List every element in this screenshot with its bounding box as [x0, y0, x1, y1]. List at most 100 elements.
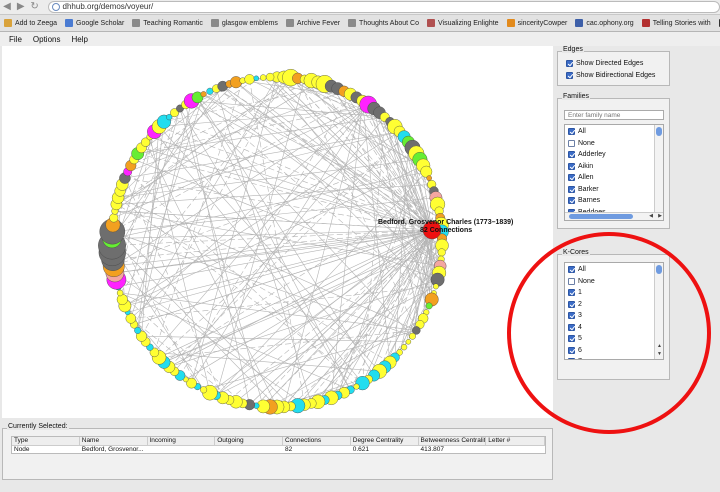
checkbox[interactable] [566, 71, 573, 79]
checkbox[interactable] [568, 346, 575, 354]
column-header[interactable]: Betweenness Centrality [418, 437, 487, 446]
bookmark-item[interactable]: glasgow emblems [210, 19, 278, 27]
back-arrow-icon[interactable]: ◀ [0, 1, 14, 13]
column-header[interactable]: Incoming [147, 437, 216, 446]
checkbox[interactable] [568, 185, 575, 193]
family-item[interactable]: Barker [568, 184, 606, 196]
families-scrollbar[interactable] [654, 125, 663, 220]
kcore-item-label: All [578, 266, 586, 274]
column-header[interactable]: Degree Centrality [350, 437, 419, 446]
graph-node[interactable] [253, 75, 260, 81]
graph-node[interactable] [265, 72, 275, 82]
checkbox[interactable] [568, 323, 575, 331]
table-row[interactable]: Node Bedford, Grosvenor... 82 0.621 413.807 [12, 446, 545, 455]
kcore-item[interactable]: 7 [568, 356, 595, 359]
graph-edge [169, 229, 433, 368]
network-graph[interactable]: Bedford, Grosvenor Charles (1773–1839) 8… [2, 46, 553, 418]
kcore-item[interactable]: 1 [568, 287, 595, 299]
hscroll-thumb[interactable] [569, 214, 633, 219]
directed-edges-toggle[interactable]: Show Directed Edges [566, 58, 655, 70]
selection-table[interactable]: Type Name Incoming Outgoing Connections Degre… [11, 436, 546, 454]
families-list[interactable]: AllNoneAdderleyAikinAllenBarkerBarnesBed… [564, 124, 664, 221]
forward-arrow-icon[interactable]: ▶ [14, 1, 28, 13]
checkbox[interactable] [568, 289, 575, 297]
bookmark-item[interactable]: Thoughts About Co [348, 19, 419, 27]
menu-help[interactable]: Help [71, 35, 87, 44]
family-item[interactable]: Barnes [568, 195, 606, 207]
reload-icon[interactable]: ↻ [28, 1, 42, 13]
address-bar[interactable]: dhhub.org/demos/voyeur/ [47, 1, 720, 13]
kcore-item[interactable]: 3 [568, 310, 595, 322]
kcore-item-label: 5 [578, 335, 582, 343]
column-header[interactable]: Outgoing [215, 437, 283, 446]
graph-node[interactable] [353, 383, 360, 390]
checkbox[interactable] [568, 358, 575, 359]
graph-node[interactable] [244, 74, 255, 85]
checkbox[interactable] [568, 312, 575, 320]
bookmark-item[interactable]: Archive Fever [285, 19, 340, 27]
kcore-item[interactable]: 4 [568, 322, 595, 334]
checkbox[interactable] [568, 266, 575, 274]
graph-node[interactable] [200, 91, 207, 98]
scroll-left-arrow-icon[interactable]: ◀ [649, 213, 653, 219]
bookmark-favicon-icon [641, 19, 650, 27]
kcores-list[interactable]: All None 1 2 3 4 5 6 7 ▲ ▼ [564, 262, 664, 360]
checkbox[interactable] [568, 335, 575, 343]
checkbox[interactable] [568, 197, 575, 205]
bidirectional-edges-toggle[interactable]: Show Bidirectional Edges [566, 70, 655, 82]
family-item[interactable]: Allen [568, 172, 606, 184]
kcore-item[interactable]: 5 [568, 333, 595, 345]
bookmark-item[interactable]: Teaching Romantic [132, 19, 203, 27]
checkbox[interactable] [568, 300, 575, 308]
family-item[interactable]: None [568, 138, 606, 150]
family-item[interactable]: Aikin [568, 161, 606, 173]
menu-options[interactable]: Options [33, 35, 61, 44]
checkbox[interactable] [568, 162, 575, 170]
family-item[interactable]: Adderley [568, 149, 606, 161]
checkbox[interactable] [568, 151, 575, 159]
checkbox[interactable] [568, 174, 575, 182]
graph-node[interactable] [200, 386, 208, 394]
graph-node[interactable] [260, 74, 267, 81]
family-item[interactable]: All [568, 126, 606, 138]
scroll-right-arrow-icon[interactable]: ▶ [658, 213, 662, 219]
column-header[interactable]: Letter # [486, 437, 546, 446]
graph-node[interactable] [409, 332, 416, 340]
graph-node[interactable] [401, 344, 408, 351]
graph-edge [113, 229, 433, 267]
kcore-item[interactable]: 2 [568, 299, 595, 311]
kcore-item[interactable]: All [568, 264, 595, 276]
table-cell [148, 446, 216, 455]
bookmark-item[interactable]: sincerityCowper [506, 19, 567, 27]
bookmark-item[interactable]: cac.ophony.org [575, 19, 634, 27]
families-hscrollbar[interactable]: ◀ ▶ [565, 212, 663, 220]
graph-node[interactable] [116, 289, 124, 297]
scroll-thumb[interactable] [656, 265, 662, 274]
checkbox[interactable] [568, 277, 575, 285]
graph-node[interactable] [109, 213, 119, 223]
menu-file[interactable]: File [9, 35, 22, 44]
kcores-scrollbar[interactable]: ▲ ▼ [654, 263, 663, 359]
column-header[interactable]: Connections [283, 437, 351, 446]
graph-canvas[interactable]: Bedford, Grosvenor Charles (1773–1839) 8… [2, 46, 553, 418]
graph-node[interactable] [425, 302, 433, 310]
graph-node[interactable] [426, 175, 432, 181]
checkbox[interactable] [566, 60, 573, 68]
kcore-item[interactable]: None [568, 276, 595, 288]
family-search-input[interactable] [564, 110, 664, 120]
scroll-down-arrow-icon[interactable]: ▼ [655, 350, 663, 358]
graph-node[interactable] [405, 339, 412, 345]
column-header[interactable]: Name [79, 437, 148, 446]
checkbox[interactable] [568, 128, 575, 136]
bookmark-item[interactable]: Telling Stories with [641, 19, 711, 27]
bookmark-item[interactable]: Add to Zeega [4, 19, 57, 27]
kcore-item[interactable]: 6 [568, 345, 595, 357]
column-header[interactable]: Type [12, 437, 80, 446]
checkbox[interactable] [568, 139, 575, 147]
scroll-thumb[interactable] [656, 127, 662, 136]
bookmark-item[interactable]: Visualizing Enlighte [426, 19, 499, 27]
scroll-up-arrow-icon[interactable]: ▲ [655, 342, 663, 350]
graph-node[interactable] [432, 283, 439, 290]
graph-node[interactable] [437, 248, 446, 257]
bookmark-item[interactable]: Google Scholar [65, 19, 124, 27]
